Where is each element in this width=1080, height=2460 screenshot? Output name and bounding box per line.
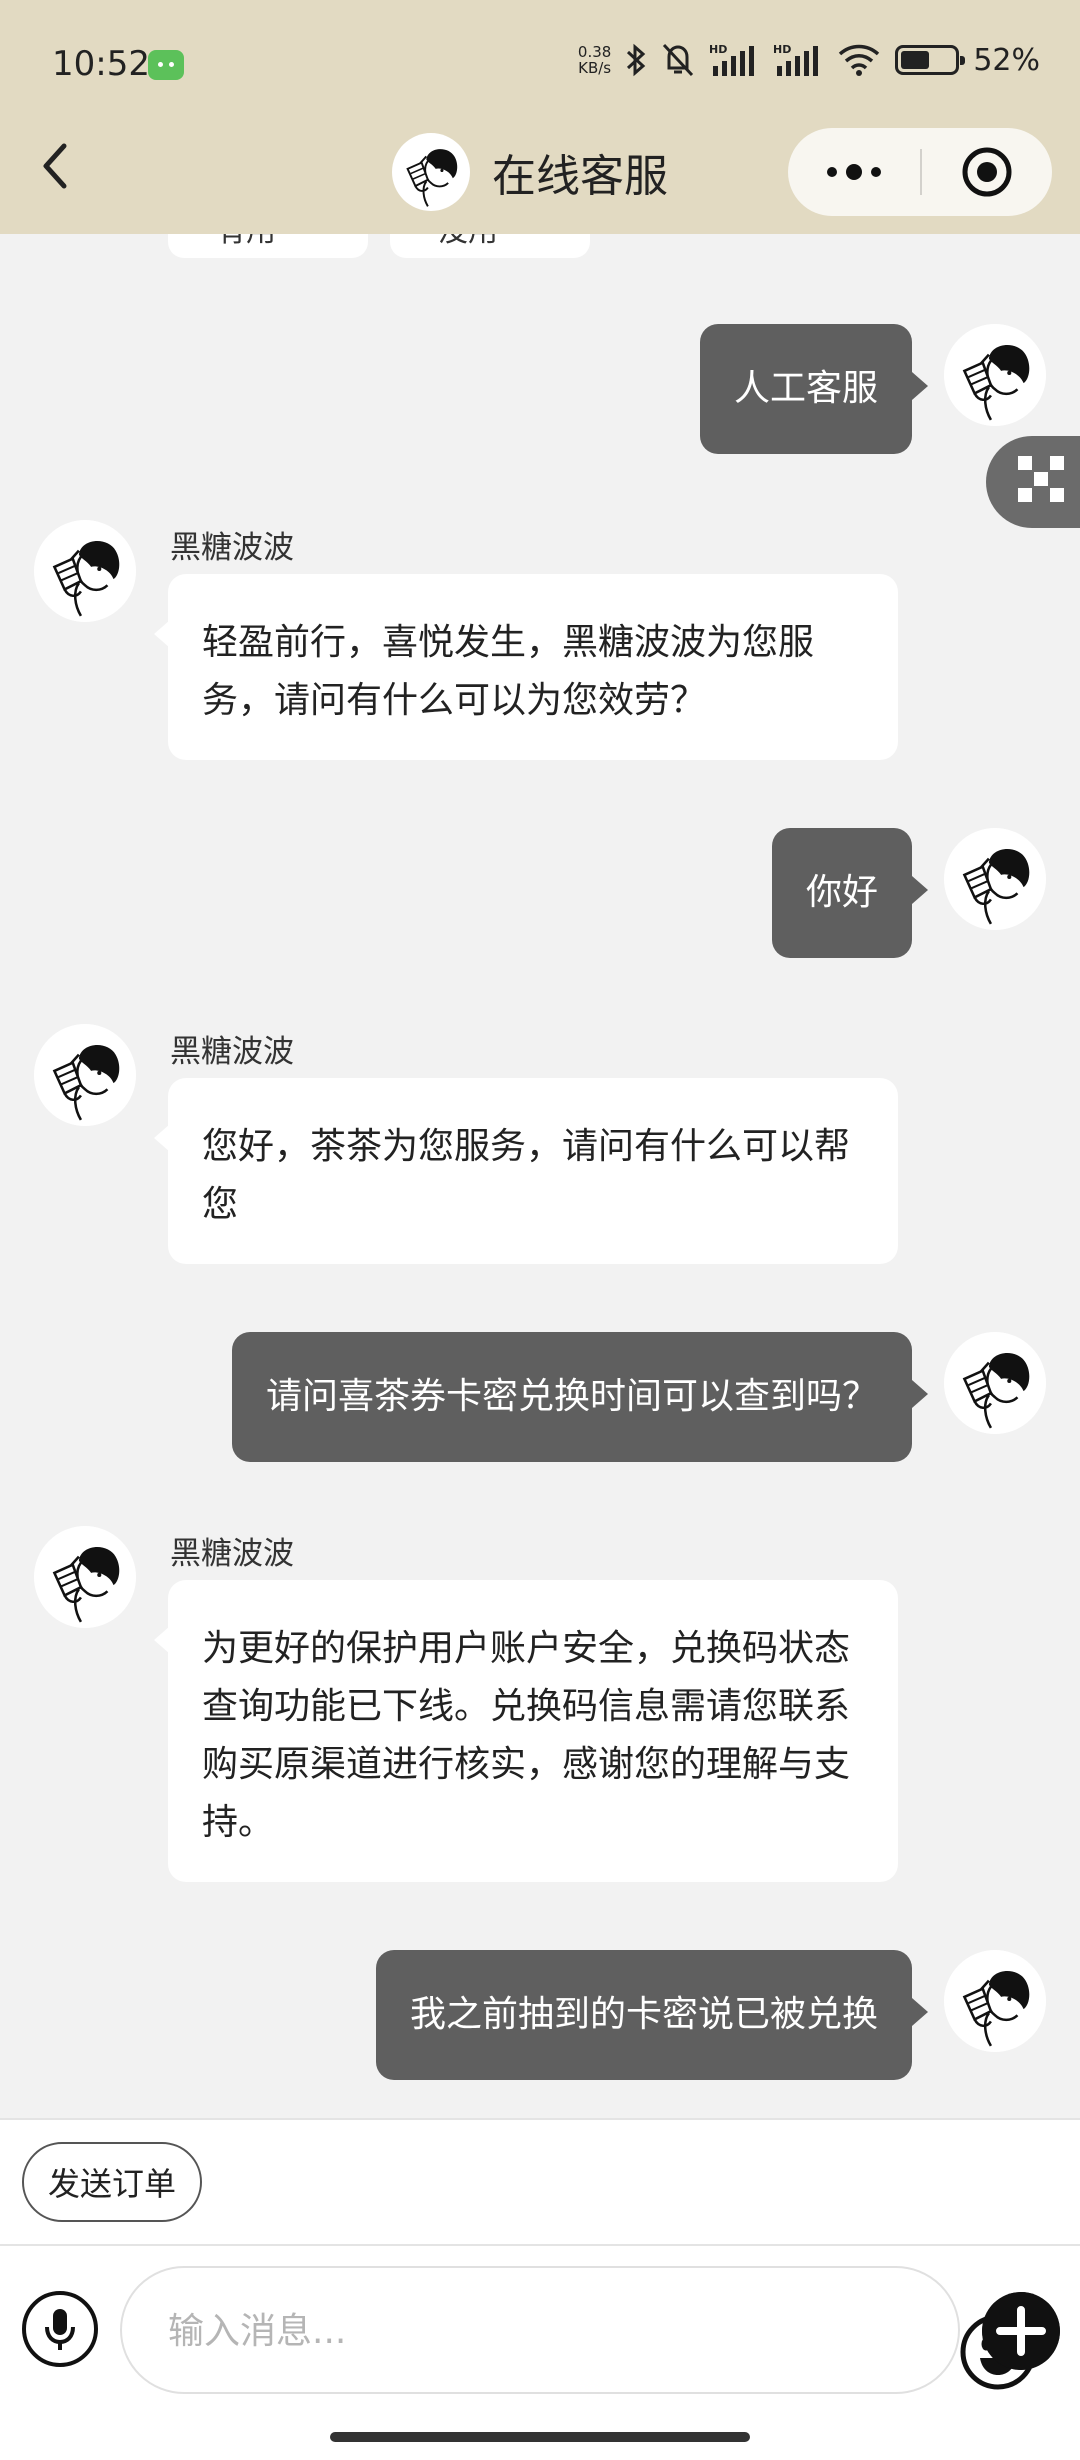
close-mini-program-button[interactable] xyxy=(922,128,1052,216)
back-button[interactable] xyxy=(32,136,80,196)
agent-avatar[interactable] xyxy=(34,1024,136,1126)
feedback-useless-chip[interactable]: 没用 xyxy=(390,234,590,258)
mute-icon xyxy=(663,43,694,77)
header-title-group: 在线客服 xyxy=(392,132,668,212)
svg-text:HD: HD xyxy=(709,43,727,56)
user-avatar[interactable] xyxy=(944,1332,1046,1434)
user-avatar[interactable] xyxy=(944,828,1046,930)
more-button[interactable] xyxy=(788,128,920,216)
quick-action-bar: 发送订单 xyxy=(0,2118,1080,2246)
mini-program-capsule xyxy=(788,128,1052,216)
feedback-useful-chip[interactable]: 有用 xyxy=(168,234,368,258)
android-icon xyxy=(148,50,184,80)
user-avatar[interactable] xyxy=(944,324,1046,426)
wifi-icon xyxy=(839,44,880,76)
sender-name: 黑糖波波 xyxy=(170,1034,294,1070)
incoming-message: 轻盈前行，喜悦发生，黑糖波波为您服务，请问有什么可以为您效劳？ xyxy=(154,574,898,760)
network-speed: 0.38 KB/s xyxy=(577,43,612,77)
sender-name: 黑糖波波 xyxy=(170,530,294,566)
voice-input-button[interactable] xyxy=(22,2291,98,2367)
battery-level: 52% xyxy=(973,42,1040,78)
status-icons: 0.38 KB/s HD HD 52% xyxy=(578,40,1040,80)
plus-icon[interactable] xyxy=(982,2292,1060,2370)
agent-avatar[interactable] xyxy=(34,520,136,622)
svg-text:HD: HD xyxy=(773,43,791,56)
microphone-icon xyxy=(45,2309,75,2350)
sender-name: 黑糖波波 xyxy=(170,1536,294,1572)
home-indicator[interactable] xyxy=(330,2432,750,2442)
outgoing-message: 你好 xyxy=(771,828,929,958)
mascot-avatar-icon xyxy=(392,133,470,211)
battery-icon xyxy=(895,45,966,75)
page-title: 在线客服 xyxy=(492,151,668,202)
outgoing-message: 请问喜茶券卡密兑换时间可以查到吗？ xyxy=(231,1332,929,1462)
message-input-container[interactable] xyxy=(120,2266,1036,2394)
top-bar: 10:52 0.38 KB/s HD HD 52% 在线客服 xyxy=(0,0,1080,234)
send-order-button[interactable]: 发送订单 xyxy=(22,2142,202,2222)
message-input[interactable] xyxy=(168,2298,828,2364)
agent-avatar[interactable] xyxy=(34,1526,136,1628)
grid-icon xyxy=(1018,456,1064,502)
status-time: 10:52 xyxy=(52,44,150,84)
bluetooth-icon xyxy=(627,43,646,77)
hd-signal-icon: HD xyxy=(709,43,755,76)
incoming-message: 为更好的保护用户账户安全，兑换码状态查询功能已下线。兑换码信息需请您联系购买原渠… xyxy=(154,1580,898,1882)
input-bar xyxy=(0,2246,1080,2460)
target-icon xyxy=(962,147,1012,197)
user-avatar[interactable] xyxy=(944,1950,1046,2052)
outgoing-message: 我之前抽到的卡密说已被兑换 xyxy=(375,1950,929,2080)
chat-area[interactable]: 有用 没用 人工客服 黑糖波波 轻盈前行，喜悦发生，黑糖波波为您服务，请问有什么… xyxy=(0,234,1080,2118)
more-dots-icon xyxy=(827,164,881,180)
float-tool-button[interactable] xyxy=(986,436,1080,528)
incoming-message: 您好，茶茶为您服务，请问有什么可以帮您 xyxy=(154,1078,898,1264)
chevron-left-icon xyxy=(43,143,67,189)
outgoing-message: 人工客服 xyxy=(699,324,929,454)
hd-signal-icon: HD xyxy=(773,43,819,76)
